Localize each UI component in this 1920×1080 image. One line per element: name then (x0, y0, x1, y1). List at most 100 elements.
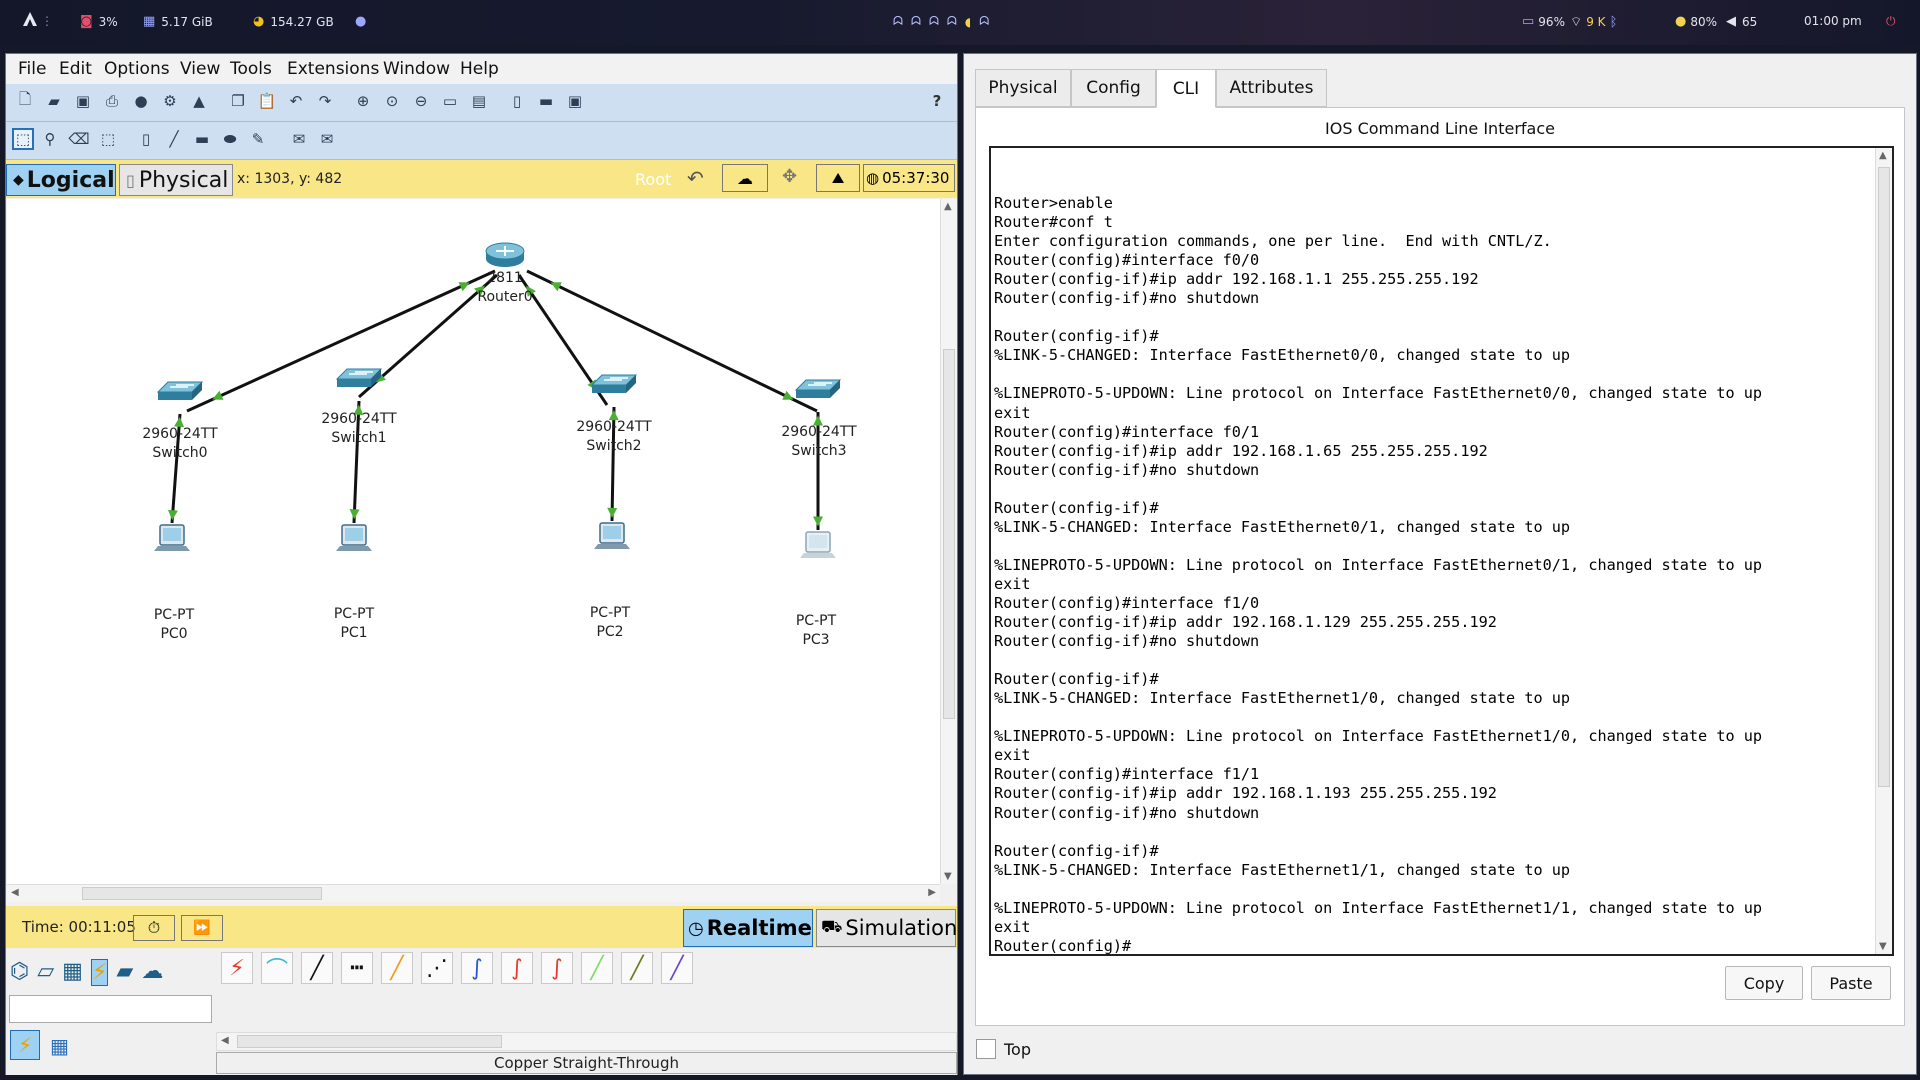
copy-button[interactable]: Copy (1725, 966, 1803, 1000)
network-wizard-icon[interactable]: ⚙ (159, 90, 181, 112)
power-icon[interactable]: ⏻ (1886, 14, 1896, 29)
workspace-6-icon[interactable]: ᗣ (979, 14, 989, 29)
zoom-out-icon[interactable]: ⊖ (410, 90, 432, 112)
switch2-icon[interactable] (590, 374, 638, 393)
freeform-icon[interactable]: ✎ (247, 128, 269, 150)
help-button[interactable]: ? (926, 90, 948, 112)
move-icon[interactable]: ✥ (782, 166, 797, 187)
back-icon[interactable]: ↶ (687, 166, 704, 190)
activity-wizard-icon[interactable]: ▲ (188, 90, 210, 112)
bluetooth-icon[interactable]: ᛒ (1610, 15, 1618, 30)
scroll-right-icon[interactable]: ▶ (928, 887, 936, 898)
save-icon[interactable]: ▣ (72, 90, 94, 112)
draw-ellipse-icon[interactable]: ⬬ (219, 128, 241, 150)
network-indicator[interactable]: ⌔ 9 K ᛒ (1570, 14, 1618, 31)
paste-button[interactable]: Paste (1811, 966, 1891, 1000)
workspace-4-icon[interactable]: ᗣ (947, 14, 957, 29)
simple-pdu-icon[interactable]: ✉ (288, 128, 310, 150)
cloud-icon[interactable]: ☁ (722, 164, 768, 192)
switch3-icon[interactable] (794, 379, 842, 398)
connections-icon[interactable]: ⚡ (90, 959, 109, 986)
fiber-icon[interactable]: ╱ (381, 952, 413, 984)
horizontal-scroll-thumb[interactable] (82, 887, 322, 900)
canvas-horizontal-scrollbar[interactable]: ◀ ▶ (7, 884, 940, 902)
menu-extensions[interactable]: Extensions (287, 59, 379, 79)
select-tool-icon[interactable]: ⬚ (12, 128, 34, 150)
copy-icon[interactable]: ❐ (227, 90, 249, 112)
serial-dte-icon[interactable]: ∫ (541, 952, 573, 984)
switch0-icon[interactable] (156, 381, 204, 400)
place-note-icon[interactable]: ▯ (135, 128, 157, 150)
viewport-clock[interactable]: ◍ 05:37:30 (863, 164, 955, 192)
launcher-icon[interactable] (22, 11, 38, 27)
workspace-5-icon[interactable]: ◖ (965, 15, 971, 29)
copper-cross-icon[interactable]: ┅ (341, 952, 373, 984)
network-devices-icon[interactable]: ⌬ (10, 959, 29, 986)
background-image-icon[interactable]: ⛰ (816, 164, 860, 192)
link-router-switch3[interactable] (526, 269, 818, 413)
phone-cable-icon[interactable]: ⋰ (421, 952, 453, 984)
view-notes-icon[interactable]: ▯ (506, 90, 528, 112)
misc-icon[interactable]: ▰ (116, 959, 133, 986)
tab-config[interactable]: Config (1071, 69, 1156, 107)
usb-cable-icon[interactable]: ╱ (661, 952, 693, 984)
scroll-up-icon[interactable]: ▲ (944, 201, 952, 212)
menu-help[interactable]: Help (460, 59, 499, 79)
fast-forward-button[interactable]: ⏩ (181, 915, 223, 941)
open-folder-icon[interactable]: ▰ (43, 90, 65, 112)
logical-canvas[interactable]: 2811 Router0 2960-24TT Switch0 2960-24TT Sw… (7, 199, 940, 884)
pc1-icon[interactable] (336, 524, 372, 551)
top-checkbox[interactable] (976, 1039, 996, 1059)
end-devices-icon[interactable]: ▱ (37, 959, 54, 986)
tab-cli[interactable]: CLI (1156, 69, 1216, 108)
menu-window[interactable]: Window (383, 59, 450, 79)
cable-list-scrollbar[interactable]: ◀ (216, 1032, 957, 1051)
print-icon[interactable]: ⎙ (101, 90, 123, 112)
realtime-tab[interactable]: ◷ Realtime (683, 909, 813, 947)
custom-devices-icon[interactable]: ▤ (468, 90, 490, 112)
coaxial-icon[interactable]: ∫ (461, 952, 493, 984)
physical-tab[interactable]: ▯ Physical (119, 164, 233, 196)
cli-scrollbar[interactable]: ▲ ▼ (1875, 148, 1892, 954)
cli-scroll-thumb[interactable] (1878, 167, 1890, 787)
octal-cable-icon[interactable]: ╱ (581, 952, 613, 984)
router0-icon[interactable] (485, 242, 525, 267)
workspace-2-icon[interactable]: ᗣ (911, 14, 921, 29)
root-label[interactable]: Root (635, 170, 671, 189)
multiuser-icon[interactable]: ☁ (141, 959, 163, 986)
zoom-reset-icon[interactable]: ⊙ (381, 90, 403, 112)
drawing-palette-icon[interactable]: ▭ (439, 90, 461, 112)
power-cycle-button[interactable]: ⏱ (133, 915, 175, 941)
iot-cable-icon[interactable]: ╱ (621, 952, 653, 984)
cli-scroll-down-icon[interactable]: ▼ (1879, 941, 1887, 952)
serial-dce-icon[interactable]: ∫ (501, 952, 533, 984)
paste-icon[interactable]: 📋 (256, 90, 278, 112)
redo-icon[interactable]: ↷ (314, 90, 336, 112)
cluster-icon[interactable]: ▬ (535, 90, 557, 112)
vertical-scroll-thumb[interactable] (943, 349, 955, 719)
complex-pdu-icon[interactable]: ✉ (316, 128, 338, 150)
cli-output[interactable]: Router>enable Router#conf t Enter config… (994, 194, 1864, 956)
delete-tool-icon[interactable]: ⌫ (68, 128, 90, 150)
simulation-tab[interactable]: ⛟ Simulation (816, 909, 957, 947)
device-search-input[interactable] (9, 995, 212, 1023)
tab-attributes[interactable]: Attributes (1216, 69, 1327, 107)
tab-physical[interactable]: Physical (975, 69, 1071, 107)
cli-terminal[interactable]: Router>enable Router#conf t Enter config… (989, 146, 1894, 956)
menu-edit[interactable]: Edit (59, 59, 92, 79)
workspace-switcher[interactable]: ᗣ ᗣ ᗣ ᗣ ◖ ᗣ (893, 14, 989, 29)
menu-file[interactable]: File (18, 59, 46, 79)
copper-straight-icon[interactable]: ╱ (301, 952, 333, 984)
draw-rectangle-icon[interactable]: ▬ (191, 128, 213, 150)
zoom-in-icon[interactable]: ⊕ (352, 90, 374, 112)
volume-indicator[interactable]: ◀ 65 (1726, 14, 1757, 29)
auto-connection-icon[interactable]: ⚡ (221, 952, 253, 984)
connections-subcategory-icon[interactable]: ⚡ (10, 1030, 40, 1060)
pdu-icon[interactable]: ▣ (564, 90, 586, 112)
brightness-indicator[interactable]: ● 80% (1675, 14, 1717, 29)
pc0-icon[interactable] (154, 524, 190, 551)
structured-cabling-icon[interactable]: ▦ (50, 1034, 69, 1058)
link-router-switch0[interactable] (186, 269, 496, 413)
resize-tool-icon[interactable]: ⬚ (97, 128, 119, 150)
components-icon[interactable]: ▦ (62, 959, 83, 986)
